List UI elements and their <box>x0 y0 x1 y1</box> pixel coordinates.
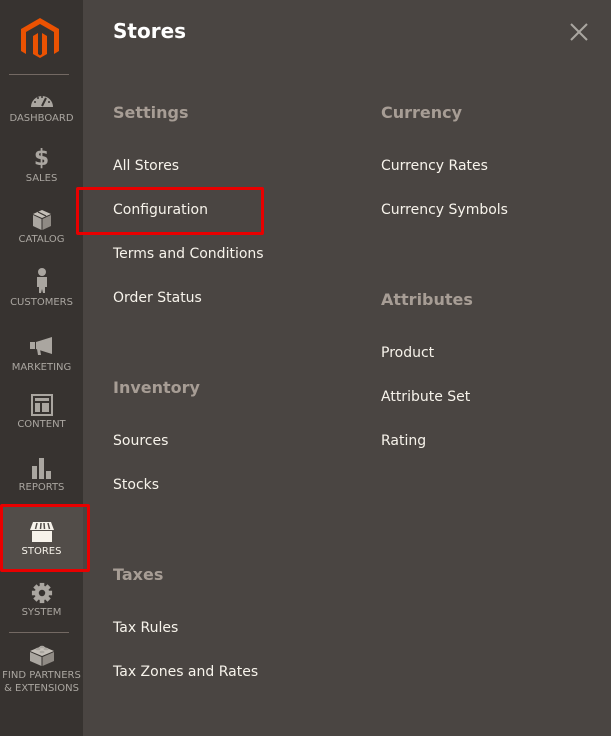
menu-link-tax-rules[interactable]: Tax Rules <box>113 620 178 636</box>
sidebar-item-dashboard[interactable]: DASHBOARD <box>0 90 83 125</box>
menu-link-terms-and-conditions[interactable]: Terms and Conditions <box>113 246 264 262</box>
sidebar-item-label: CONTENT <box>17 419 66 430</box>
menu-link-order-status[interactable]: Order Status <box>113 290 202 306</box>
stores-submenu-panel: Stores Settings All Stores Configuration… <box>83 0 611 736</box>
section-title-taxes: Taxes <box>113 565 164 584</box>
sidebar-item-system[interactable]: SYSTEM <box>0 582 83 619</box>
sidebar-item-label: MARKETING <box>11 362 72 373</box>
layout-icon <box>30 394 53 416</box>
person-icon <box>36 268 47 293</box>
sidebar-item-label: DASHBOARD <box>9 113 74 124</box>
sidebar-item-label: CATALOG <box>18 234 65 245</box>
sidebar-item-reports[interactable]: REPORTS <box>0 457 83 494</box>
lego-brick-icon <box>29 645 54 666</box>
magento-logo[interactable] <box>21 18 59 58</box>
sidebar-item-label-line2: & EXTENSIONS <box>4 683 79 694</box>
storefront-icon <box>29 522 54 542</box>
sidebar-item-marketing[interactable]: MARKETING <box>0 337 83 374</box>
menu-link-rating[interactable]: Rating <box>381 433 426 449</box>
magento-logo-icon <box>21 18 59 58</box>
gear-icon <box>31 582 52 604</box>
menu-link-sources[interactable]: Sources <box>113 433 168 449</box>
section-title-inventory: Inventory <box>113 378 200 397</box>
menu-link-configuration[interactable]: Configuration <box>113 202 208 218</box>
sidebar-item-label-line1: FIND PARTNERS <box>2 670 81 681</box>
section-title-settings: Settings <box>113 103 189 122</box>
admin-sidebar: DASHBOARD $ SALES CATALOG CUSTOMERS MARK… <box>0 0 83 736</box>
sidebar-item-sales[interactable]: $ SALES <box>0 148 83 185</box>
sidebar-item-label: CUSTOMERS <box>10 297 73 308</box>
section-title-attributes: Attributes <box>381 290 473 309</box>
box-icon <box>32 210 51 230</box>
sidebar-item-catalog[interactable]: CATALOG <box>0 209 83 246</box>
sidebar-item-label: SYSTEM <box>21 607 62 618</box>
menu-link-product[interactable]: Product <box>381 345 434 361</box>
menu-link-tax-zones-and-rates[interactable]: Tax Zones and Rates <box>113 664 258 680</box>
sidebar-item-customers[interactable]: CUSTOMERS <box>0 268 83 309</box>
sidebar-item-find-partners[interactable]: FIND PARTNERS & EXTENSIONS <box>0 643 83 695</box>
close-icon <box>570 23 588 41</box>
sidebar-item-content[interactable]: CONTENT <box>0 394 83 431</box>
sidebar-item-label: REPORTS <box>18 482 65 493</box>
close-button[interactable] <box>569 22 589 42</box>
megaphone-icon <box>29 337 52 355</box>
menu-link-attribute-set[interactable]: Attribute Set <box>381 389 470 405</box>
dollar-icon: $ <box>33 146 50 171</box>
menu-link-stocks[interactable]: Stocks <box>113 477 159 493</box>
panel-title: Stores <box>113 19 187 43</box>
sidebar-item-stores[interactable]: STORES <box>0 506 83 570</box>
sidebar-divider-bottom <box>9 632 69 633</box>
menu-link-currency-symbols[interactable]: Currency Symbols <box>381 202 508 218</box>
menu-link-all-stores[interactable]: All Stores <box>113 158 179 174</box>
bar-chart-icon <box>31 458 51 479</box>
section-title-currency: Currency <box>381 103 463 122</box>
sidebar-item-label: STORES <box>21 546 62 557</box>
menu-link-currency-rates[interactable]: Currency Rates <box>381 158 488 174</box>
sidebar-item-label: SALES <box>25 173 58 184</box>
sidebar-divider-top <box>9 74 69 75</box>
dashboard-icon <box>30 96 53 107</box>
